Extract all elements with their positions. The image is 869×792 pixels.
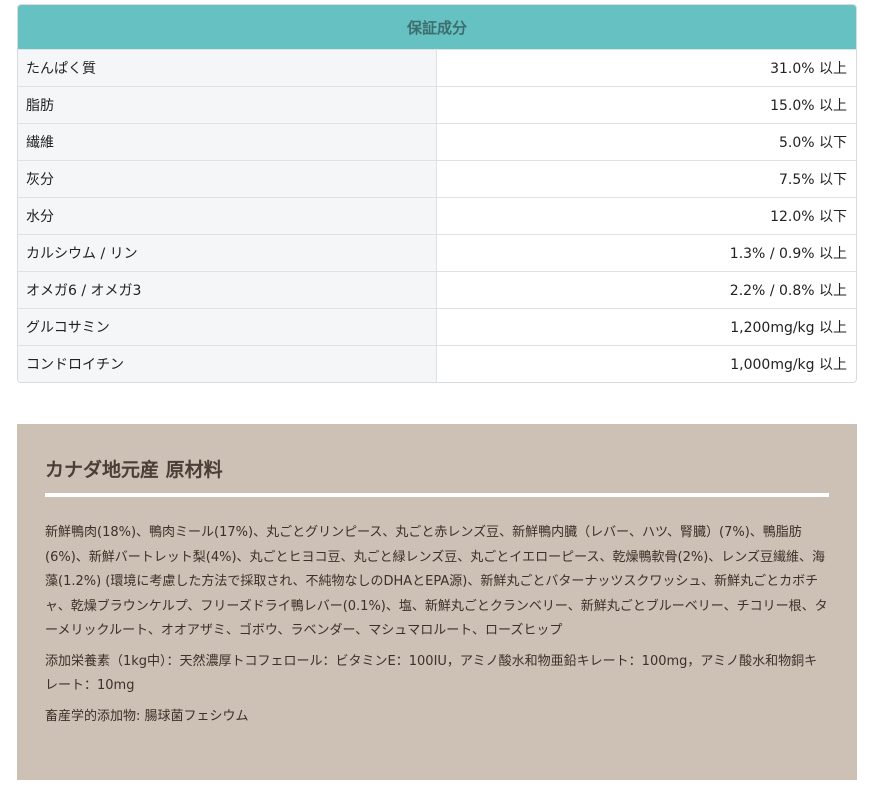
nutrient-value: 15.0% 以上 (437, 87, 856, 123)
nutrient-label: カルシウム / リン (18, 235, 437, 271)
nutrient-label: 脂肪 (18, 87, 437, 123)
ingredients-title: カナダ地元産 原材料 (45, 459, 223, 481)
zootechnical-additives-text: 畜産学的添加物: 腸球菌フェシウム (45, 708, 249, 724)
ingredients-panel: カナダ地元産 原材料 新鮮鴨肉(18%)、鴨肉ミール(17%)、丸ごとグリンピー… (17, 424, 857, 780)
nutrient-value: 7.5% 以下 (437, 161, 856, 197)
nutrient-label: 灰分 (18, 161, 437, 197)
guaranteed-analysis-table: 保証成分 たんぱく質 31.0% 以上 脂肪 15.0% 以上 繊維 5.0% 以下 灰分 7… (17, 4, 857, 383)
table-header: 保証成分 (18, 5, 856, 49)
nutrient-value: 1,000mg/kg 以上 (437, 346, 856, 382)
table-row: カルシウム / リン 1.3% / 0.9% 以上 (18, 234, 856, 271)
additives-text: 添加栄養素（1kg中）：天然濃厚トコフェロール：ビタミンE：100IU，アミノ酸… (45, 653, 818, 694)
nutrient-label: グルコサミン (18, 309, 437, 345)
nutrient-label: コンドロイチン (18, 346, 437, 382)
nutrient-value: 1.3% / 0.9% 以上 (437, 235, 856, 271)
table-row: 繊維 5.0% 以下 (18, 123, 856, 160)
nutrient-value: 5.0% 以下 (437, 124, 856, 160)
table-row: グルコサミン 1,200mg/kg 以上 (18, 308, 856, 345)
nutrient-label: 繊維 (18, 124, 437, 160)
nutrient-value: 2.2% / 0.8% 以上 (437, 272, 856, 308)
nutrient-value: 31.0% 以上 (437, 50, 856, 86)
nutrient-label: オメガ6 / オメガ3 (18, 272, 437, 308)
table-row: コンドロイチン 1,000mg/kg 以上 (18, 345, 856, 382)
table-row: 脂肪 15.0% 以上 (18, 86, 856, 123)
table-row: たんぱく質 31.0% 以上 (18, 49, 856, 86)
table-row: 水分 12.0% 以下 (18, 197, 856, 234)
nutrient-label: たんぱく質 (18, 50, 437, 86)
ingredients-main-text: 新鮮鴨肉(18%)、鴨肉ミール(17%)、丸ごとグリンピース、丸ごと赤レンズ豆、… (45, 525, 828, 638)
nutrient-value: 12.0% 以下 (437, 198, 856, 234)
title-divider (45, 493, 829, 497)
table-row: 灰分 7.5% 以下 (18, 160, 856, 197)
nutrient-value: 1,200mg/kg 以上 (437, 309, 856, 345)
table-body: たんぱく質 31.0% 以上 脂肪 15.0% 以上 繊維 5.0% 以下 灰分 7.5% 以… (18, 49, 856, 382)
table-row: オメガ6 / オメガ3 2.2% / 0.8% 以上 (18, 271, 856, 308)
nutrient-label: 水分 (18, 198, 437, 234)
